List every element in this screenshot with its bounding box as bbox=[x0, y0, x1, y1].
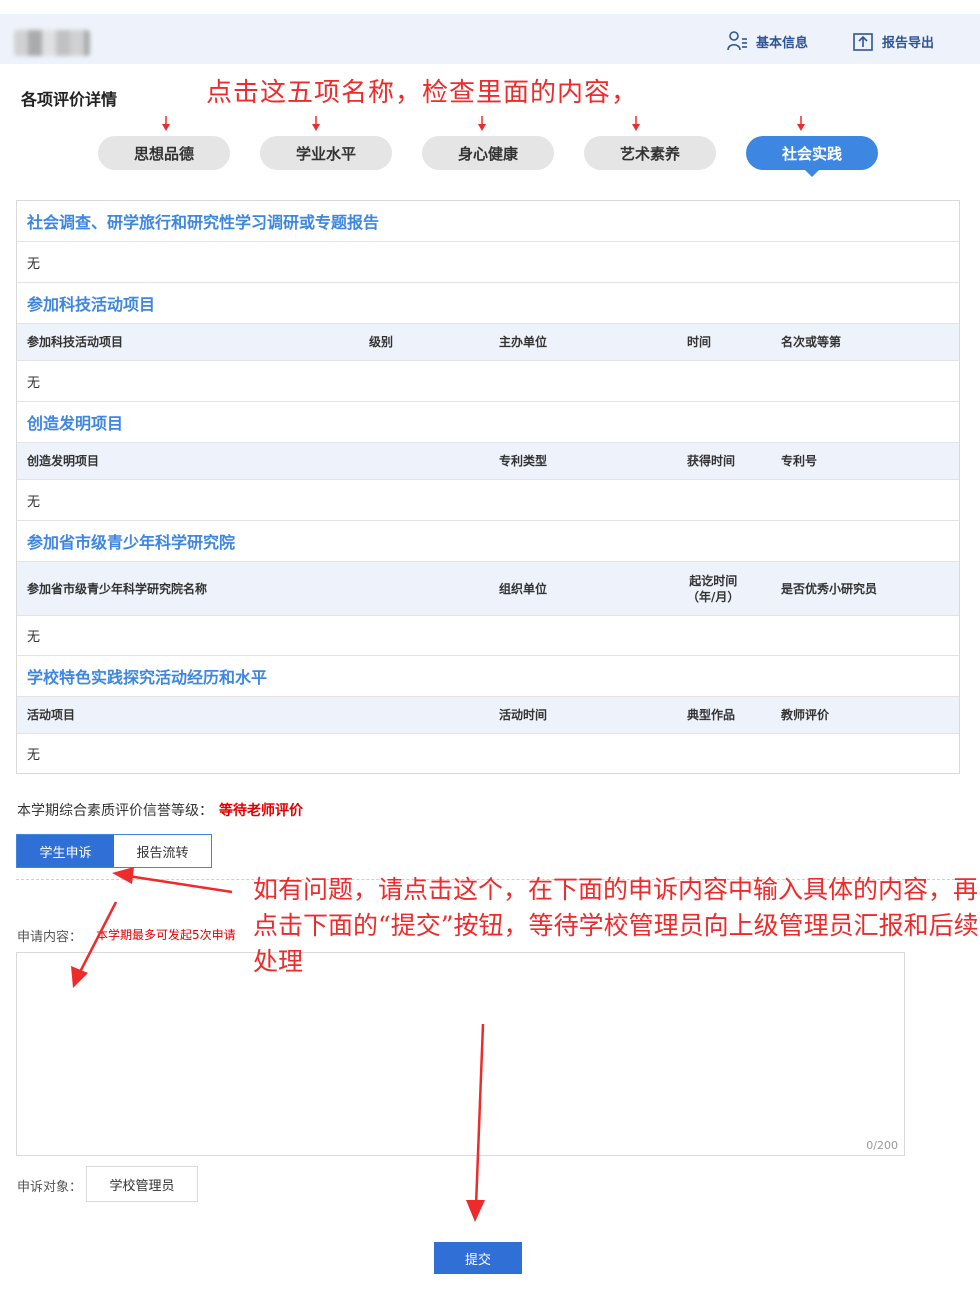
school-section-title: 学校特色实践探究活动经历和水平 bbox=[17, 656, 959, 697]
column-header: 名次或等第 bbox=[781, 335, 842, 349]
report-section-value: 无 bbox=[17, 242, 959, 283]
appeal-target-label: 申诉对象： bbox=[17, 1180, 83, 1195]
invention-section-value: 无 bbox=[17, 480, 959, 521]
academy-section-value: 无 bbox=[17, 616, 959, 656]
export-link[interactable]: 报告导出 bbox=[852, 30, 934, 52]
column-header: 创造发明项目 bbox=[27, 454, 100, 468]
submit-button[interactable]: 提交 bbox=[434, 1242, 522, 1274]
academy-table-header: 参加省市级青少年科学研究院名称 组织单位 起讫时间 （年/月） 是否优秀小研究员 bbox=[17, 562, 959, 616]
tab-moral[interactable]: 思想品德 bbox=[98, 136, 230, 170]
annotation-arrow-down-icon bbox=[797, 116, 805, 131]
academy-section-title: 参加省市级青少年科学研究院 bbox=[17, 521, 959, 562]
top-bar bbox=[0, 14, 980, 64]
column-header: 起讫时间 bbox=[689, 573, 738, 588]
evaluation-tabs: 思想品德 学业水平 身心健康 艺术素养 社会实践 bbox=[0, 136, 980, 182]
credit-label: 本学期综合素质评价信誉等级： bbox=[17, 803, 213, 819]
column-header: 是否优秀小研究员 bbox=[781, 581, 878, 596]
char-counter: 0/200 bbox=[866, 1139, 898, 1152]
column-header: 主办单位 bbox=[499, 335, 548, 349]
column-header: 参加省市级青少年科学研究院名称 bbox=[27, 581, 208, 596]
appeal-segment: 学生申诉 报告流转 bbox=[16, 834, 212, 868]
school-section-value: 无 bbox=[27, 748, 41, 763]
appeal-target-field[interactable]: 学校管理员 bbox=[86, 1166, 198, 1202]
tab-social-practice[interactable]: 社会实践 bbox=[746, 136, 878, 177]
section-title: 各项评价详情 bbox=[21, 90, 118, 109]
user-list-icon bbox=[727, 31, 747, 51]
credit-value: 等待老师评价 bbox=[219, 803, 303, 819]
column-header: 级别 bbox=[369, 335, 394, 349]
student-appeal-tab[interactable]: 学生申诉 bbox=[17, 835, 114, 867]
column-header: 时间 bbox=[687, 335, 712, 349]
column-header: 专利类型 bbox=[499, 454, 548, 468]
column-header: 参加科技活动项目 bbox=[27, 335, 124, 349]
column-header: 获得时间 bbox=[687, 454, 736, 468]
column-header: 活动时间 bbox=[499, 708, 548, 722]
tab-academic[interactable]: 学业水平 bbox=[260, 136, 392, 170]
annotation-arrow-down-icon bbox=[478, 116, 486, 131]
column-header: 专利号 bbox=[781, 454, 818, 468]
tech-section-value: 无 bbox=[17, 361, 959, 402]
column-header: 组织单位 bbox=[499, 581, 548, 596]
column-header-period: 起讫时间 （年/月） bbox=[687, 562, 739, 615]
blurred-logo bbox=[14, 30, 90, 56]
apply-content-label: 申请内容： bbox=[17, 930, 83, 945]
basic-info-link[interactable]: 基本信息 bbox=[726, 30, 808, 52]
column-header: 典型作品 bbox=[687, 708, 736, 722]
report-flow-tab[interactable]: 报告流转 bbox=[114, 835, 211, 867]
annotation-bottom: 如有问题，请点击这个，在下面的申诉内容中输入具体的内容，再点击下面的“提交”按钮… bbox=[253, 875, 979, 976]
column-header: 活动项目 bbox=[27, 708, 76, 722]
appeal-content-textarea[interactable]: 0/200 bbox=[16, 952, 905, 1156]
tab-health[interactable]: 身心健康 bbox=[422, 136, 554, 170]
column-header: 教师评价 bbox=[781, 708, 830, 722]
annotation-arrow-down-icon bbox=[632, 116, 640, 131]
tech-section-title: 参加科技活动项目 bbox=[17, 283, 959, 324]
credit-rating: 本学期综合素质评价信誉等级： 等待老师评价 bbox=[17, 800, 303, 820]
school-table-header: 活动项目 活动时间 典型作品 教师评价 bbox=[17, 697, 959, 734]
annotation-arrow-down-icon bbox=[162, 116, 170, 131]
column-header-unit: （年/月） bbox=[687, 589, 740, 604]
invention-section-title: 创造发明项目 bbox=[17, 402, 959, 443]
apply-limit-hint: 本学期最多可发起5次申请 bbox=[96, 928, 236, 942]
export-label: 报告导出 bbox=[882, 35, 935, 51]
basic-info-label: 基本信息 bbox=[756, 35, 809, 51]
invention-table-header: 创造发明项目 专利类型 获得时间 专利号 bbox=[17, 443, 959, 480]
social-practice-panel: 社会调查、研学旅行和研究性学习调研或专题报告 无 参加科技活动项目 参加科技活动… bbox=[16, 200, 960, 774]
export-icon bbox=[853, 33, 873, 51]
tab-arts[interactable]: 艺术素养 bbox=[584, 136, 716, 170]
report-section-title: 社会调查、研学旅行和研究性学习调研或专题报告 bbox=[17, 201, 959, 242]
annotation-arrow-down-icon bbox=[312, 116, 320, 131]
tech-table-header: 参加科技活动项目 级别 主办单位 时间 名次或等第 bbox=[17, 324, 959, 361]
annotation-top: 点击这五项名称，检查里面的内容， bbox=[206, 78, 639, 108]
